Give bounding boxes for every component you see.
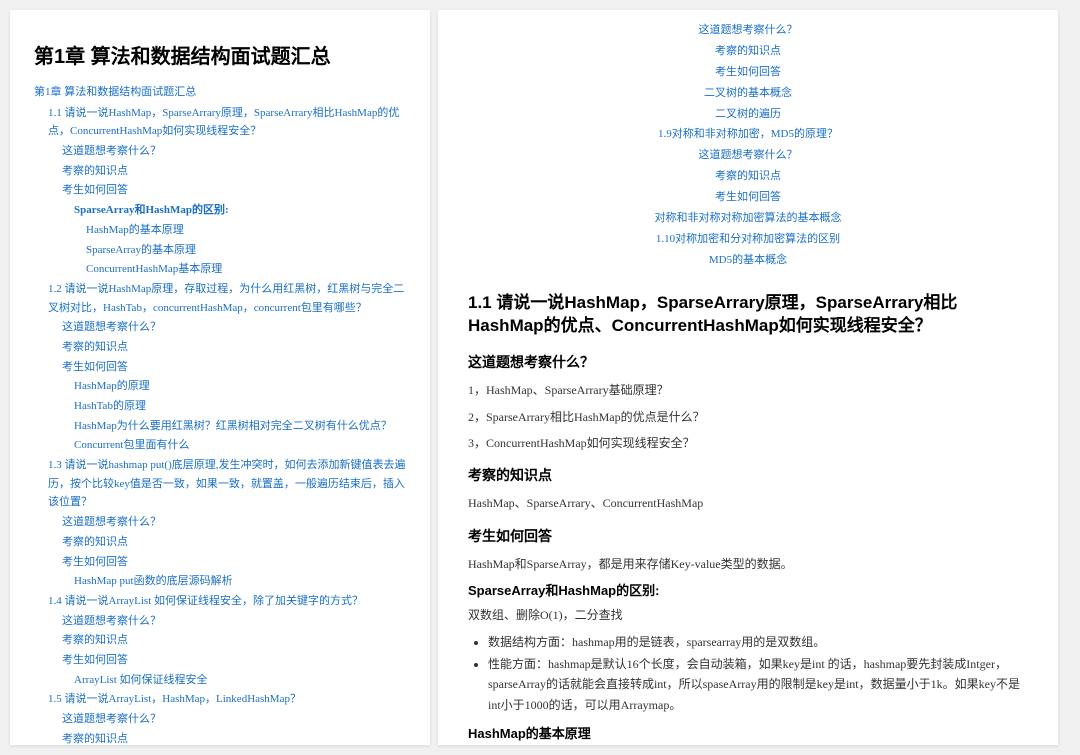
question-item: 3，ConcurrentHashMap如何实现线程安全？: [468, 433, 1028, 453]
toc-item[interactable]: 考察的知识点: [34, 162, 406, 181]
q-title: 这道题想考察什么？: [468, 352, 1028, 372]
top-toc-link[interactable]: 这道题想考察什么？: [468, 20, 1028, 41]
diff-bullet: 性能方面：hashmap是默认16个长度，会自动装箱，如果key是int 的话，…: [488, 654, 1028, 715]
toc-item[interactable]: 这道题想考察什么？: [34, 142, 406, 161]
question-section: 这道题想考察什么？ 1，HashMap、SparseArrary基础原理？ 2，S…: [468, 352, 1028, 453]
toc-item[interactable]: Concurrent包里面有什么: [34, 436, 406, 455]
toc-item[interactable]: 这道题想考察什么？: [34, 612, 406, 631]
top-toc-link[interactable]: 1.10对称加密和分对称加密算法的区别: [468, 229, 1028, 250]
left-panel[interactable]: 第1章 算法和数据结构面试题汇总 第1章 算法和数据结构面试题汇总 1.1 请说一…: [10, 10, 430, 745]
diff-title: SparseArray和HashMap的区别:: [468, 580, 1028, 599]
toc-item[interactable]: HashMap put函数的底层源码解析: [34, 572, 406, 591]
top-toc-link[interactable]: 二叉树的遍历: [468, 104, 1028, 125]
toc-item[interactable]: 考察的知识点: [34, 631, 406, 650]
toc-item[interactable]: 这道题想考察什么？: [34, 318, 406, 337]
top-toc-link[interactable]: 对称和非对称对称加密算法的基本概念: [468, 208, 1028, 229]
toc-item[interactable]: HashMap为什么要用红黑树？红黑树相对完全二叉树有什么优点？: [34, 417, 406, 436]
question-item: 2，SparseArrary相比HashMap的优点是什么？: [468, 407, 1028, 427]
toc-item[interactable]: 1.1 请说一说HashMap，SparseArrary原理，SparseArr…: [34, 104, 406, 141]
top-toc-link[interactable]: 考生如何回答: [468, 62, 1028, 83]
main-container: 第1章 算法和数据结构面试题汇总 第1章 算法和数据结构面试题汇总 1.1 请说一…: [10, 10, 1070, 745]
top-toc-link[interactable]: 二叉树的基本概念: [468, 83, 1028, 104]
toc-item[interactable]: 1.3 请说一说hashmap put()底层原理,发生冲突时，如何去添加新键值…: [34, 456, 406, 512]
top-toc-link[interactable]: 考生如何回答: [468, 187, 1028, 208]
toc-item[interactable]: HashMap的基本原理: [34, 221, 406, 240]
toc-item[interactable]: SparseArray的基本原理: [34, 241, 406, 260]
toc-item[interactable]: 这道题想考察什么？: [34, 710, 406, 729]
diff-bullets: 数据结构方面：hashmap用的是链表，sparsearray用的是双数组。性能…: [488, 632, 1028, 716]
diff-subtitle: 双数组、删除O(1)，二分查找: [468, 605, 1028, 625]
toc-item[interactable]: SparseArray和HashMap的区别:: [34, 201, 406, 220]
answer-title: 考生如何回答: [468, 526, 1028, 546]
toc-item[interactable]: 考察的知识点: [34, 338, 406, 357]
top-toc-link[interactable]: 这道题想考察什么？: [468, 145, 1028, 166]
toc-item[interactable]: 第1章 算法和数据结构面试题汇总: [34, 83, 406, 102]
top-toc-link[interactable]: 考察的知识点: [468, 166, 1028, 187]
toc-item[interactable]: 考察的知识点: [34, 533, 406, 552]
right-content: 1.1 请说一说HashMap，SparseArrary原理，SparseArr…: [468, 291, 1028, 745]
toc-item[interactable]: 这道题想考察什么？: [34, 513, 406, 532]
question-item: 1，HashMap、SparseArrary基础原理？: [468, 380, 1028, 400]
toc-item[interactable]: ArrayList 如何保证线程安全: [34, 671, 406, 690]
toc: 第1章 算法和数据结构面试题汇总 1.1 请说一说HashMap，SparseAr…: [34, 83, 406, 745]
diff-bullet: 数据结构方面：hashmap用的是链表，sparsearray用的是双数组。: [488, 632, 1028, 652]
answer-section: 考生如何回答 HashMap和SparseArray，都是用来存储Key-val…: [468, 526, 1028, 745]
right-panel[interactable]: 这道题想考察什么？考察的知识点考生如何回答二叉树的基本概念二叉树的遍历1.9对称…: [438, 10, 1058, 745]
toc-item[interactable]: 1.4 请说一说ArrayList 如何保证线程安全，除了加关键字的方式？: [34, 592, 406, 611]
knowledge-content: HashMap、SparseArrary、ConcurrentHashMap: [468, 493, 1028, 513]
toc-item[interactable]: 1.2 请说一说HashMap原理，存取过程，为什么用红黑树，红黑树与完全二叉树…: [34, 280, 406, 317]
toc-item[interactable]: 考生如何回答: [34, 358, 406, 377]
toc-item[interactable]: 考察的知识点: [34, 730, 406, 745]
left-title: 第1章 算法和数据结构面试题汇总: [34, 40, 406, 69]
answer-intro: HashMap和SparseArray，都是用来存储Key-value类型的数据…: [468, 554, 1028, 574]
toc-item[interactable]: 考生如何回答: [34, 181, 406, 200]
top-toc-link[interactable]: 考察的知识点: [468, 41, 1028, 62]
toc-item[interactable]: HashTab的原理: [34, 397, 406, 416]
hashmap-title: HashMap的基本原理: [468, 723, 1028, 742]
toc-item[interactable]: HashMap的原理: [34, 377, 406, 396]
toc-item[interactable]: 考生如何回答: [34, 553, 406, 572]
toc-item[interactable]: ConcurrentHashMap基本原理: [34, 260, 406, 279]
toc-item[interactable]: 1.5 请说一说ArrayList，HashMap，LinkedHashMap？: [34, 690, 406, 709]
questions-list: 1，HashMap、SparseArrary基础原理？ 2，SparseArrar…: [468, 380, 1028, 453]
right-top-toc: 这道题想考察什么？考察的知识点考生如何回答二叉树的基本概念二叉树的遍历1.9对称…: [468, 20, 1028, 271]
top-toc-link[interactable]: 1.9对称和非对称加密，MD5的原理？: [468, 124, 1028, 145]
section-title: 1.1 请说一说HashMap，SparseArrary原理，SparseArr…: [468, 291, 1028, 339]
toc-item[interactable]: 考生如何回答: [34, 651, 406, 670]
knowledge-title: 考察的知识点: [468, 465, 1028, 485]
knowledge-section: 考察的知识点 HashMap、SparseArrary、ConcurrentHa…: [468, 465, 1028, 513]
top-toc-link[interactable]: MD5的基本概念: [468, 250, 1028, 271]
